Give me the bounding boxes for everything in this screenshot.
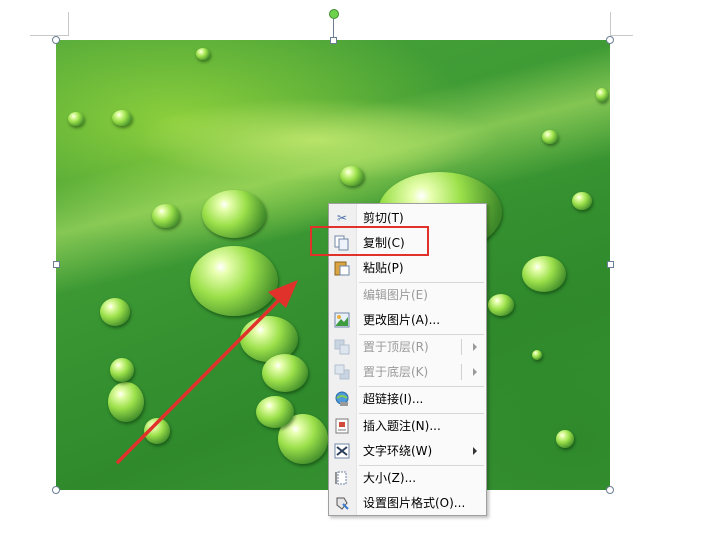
send-to-back-icon [334, 364, 350, 380]
bring-to-front-icon [334, 339, 350, 355]
menu-item-change-picture[interactable]: 更改图片(A)... [329, 308, 486, 333]
split-divider [461, 364, 462, 380]
rotate-stem [333, 19, 334, 37]
resize-handle-top-right[interactable] [606, 36, 614, 44]
menu-item-paste[interactable]: 粘贴(P) [329, 256, 486, 281]
size-icon [334, 470, 350, 486]
resize-handle-bottom-right[interactable] [606, 486, 614, 494]
hyperlink-icon [334, 391, 350, 407]
resize-handle-right[interactable] [607, 261, 614, 268]
menu-item-send-to-back: 置于底层(K) [329, 360, 486, 385]
menu-item-hyperlink[interactable]: 超链接(I)... [329, 387, 486, 412]
split-divider [461, 339, 462, 355]
resize-handle-bottom-left[interactable] [52, 486, 60, 494]
resize-handle-left[interactable] [53, 261, 60, 268]
format-picture-icon [334, 495, 350, 511]
menu-item-bring-to-front: 置于顶层(R) [329, 335, 486, 360]
edit-picture-icon [334, 287, 350, 303]
menu-item-insert-caption[interactable]: 插入题注(N)... [329, 414, 486, 439]
submenu-arrow-icon [473, 447, 477, 455]
menu-item-size[interactable]: 大小(Z)... [329, 466, 486, 491]
cut-icon: ✂ [336, 211, 348, 225]
text-wrap-icon [334, 443, 350, 459]
insert-caption-icon [334, 418, 350, 434]
submenu-arrow-icon [473, 368, 477, 376]
resize-handle-top[interactable] [330, 37, 337, 44]
menu-item-text-wrap[interactable]: 文字环绕(W) [329, 439, 486, 464]
change-picture-icon [334, 312, 350, 328]
paste-icon [334, 260, 350, 276]
rotate-handle[interactable] [329, 9, 339, 19]
resize-handle-top-left[interactable] [52, 36, 60, 44]
submenu-arrow-icon [473, 343, 477, 351]
menu-item-format-picture[interactable]: 设置图片格式(O)... [329, 491, 486, 516]
annotation-highlight-box [310, 226, 429, 256]
menu-item-edit-picture: 编辑图片(E) [329, 283, 486, 308]
